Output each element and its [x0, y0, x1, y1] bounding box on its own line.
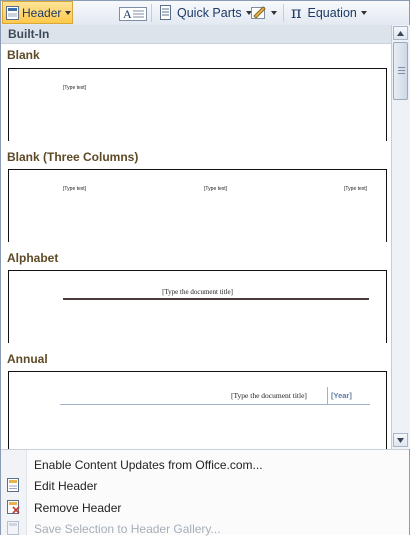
- text-box-button[interactable]: A: [119, 1, 147, 24]
- placeholder-text: [Type text]: [63, 85, 87, 91]
- placeholder-text: [Type the document title]: [162, 288, 233, 296]
- quick-parts-icon: [160, 5, 171, 20]
- header-button[interactable]: Header: [2, 1, 73, 24]
- scroll-thumb[interactable]: [393, 42, 408, 100]
- arrow-up-icon: [397, 30, 404, 36]
- title-rule: [60, 404, 370, 405]
- year-placeholder: [Year]: [331, 391, 352, 400]
- remove-header-icon: [7, 500, 20, 514]
- header-icon: [6, 5, 19, 20]
- svg-text:A: A: [123, 7, 132, 21]
- pi-icon: π: [291, 3, 302, 22]
- placeholder-text: [Type text]: [204, 186, 228, 192]
- header-options-menu: Enable Content Updates from Office.com..…: [1, 449, 409, 536]
- header-option-annual[interactable]: [Type the document title] [Year]: [8, 371, 387, 449]
- edit-header-icon: [7, 478, 19, 492]
- signature-line-icon: [251, 6, 266, 19]
- grip-line: [398, 67, 405, 68]
- placeholder-text: [Type the document title]: [231, 391, 307, 400]
- menu-item-enable-content-updates[interactable]: Enable Content Updates from Office.com..…: [34, 458, 263, 472]
- quick-parts-label: Quick Parts: [177, 5, 242, 20]
- equation-button[interactable]: π Equation: [291, 1, 367, 24]
- arrow-down-icon: [397, 437, 404, 443]
- signature-line-button[interactable]: [251, 1, 277, 24]
- scroll-down-button[interactable]: [393, 433, 408, 447]
- header-dropdown-panel: Header A Quick Parts π Equation Built-In…: [0, 0, 410, 536]
- ribbon-divider: [151, 4, 152, 22]
- title-rule: [63, 298, 369, 300]
- header-button-label: Header: [22, 5, 62, 20]
- header-gallery: Built-In Blank [Type text] Blank (Three …: [1, 25, 391, 449]
- text-box-icon: A: [119, 6, 147, 21]
- title-divider: [327, 387, 328, 404]
- header-option-alphabet[interactable]: [Type the document title]: [8, 270, 387, 343]
- gallery-scrollbar[interactable]: [391, 25, 410, 449]
- equation-label: Equation: [307, 5, 357, 20]
- section-title-blank-three-columns: Blank (Three Columns): [7, 150, 139, 164]
- gallery-group-label: Built-In: [8, 27, 50, 41]
- ribbon-strip: Header A Quick Parts π Equation: [1, 1, 409, 26]
- header-option-blank-three-columns[interactable]: [Type text] [Type text] [Type text]: [8, 169, 387, 242]
- quick-parts-button[interactable]: Quick Parts: [159, 1, 252, 24]
- scroll-up-button[interactable]: [393, 26, 408, 40]
- chevron-down-icon: [360, 10, 367, 15]
- header-option-blank[interactable]: [Type text]: [8, 68, 387, 141]
- menu-item-remove-header[interactable]: Remove Header: [34, 501, 121, 515]
- ribbon-divider: [283, 4, 284, 22]
- chevron-down-icon: [65, 10, 72, 15]
- gallery-group-header: Built-In: [1, 25, 391, 44]
- save-selection-icon: [7, 521, 19, 535]
- placeholder-text: [Type text]: [344, 186, 368, 192]
- grip-line: [398, 73, 405, 74]
- grip-line: [398, 70, 405, 71]
- menu-item-save-selection: Save Selection to Header Gallery...: [34, 522, 221, 536]
- section-title-alphabet: Alphabet: [7, 251, 59, 265]
- menu-item-edit-header[interactable]: Edit Header: [34, 479, 97, 493]
- placeholder-text: [Type text]: [63, 186, 87, 192]
- section-title-annual: Annual: [7, 352, 48, 366]
- section-title-blank: Blank: [7, 48, 40, 62]
- chevron-down-icon: [271, 10, 277, 15]
